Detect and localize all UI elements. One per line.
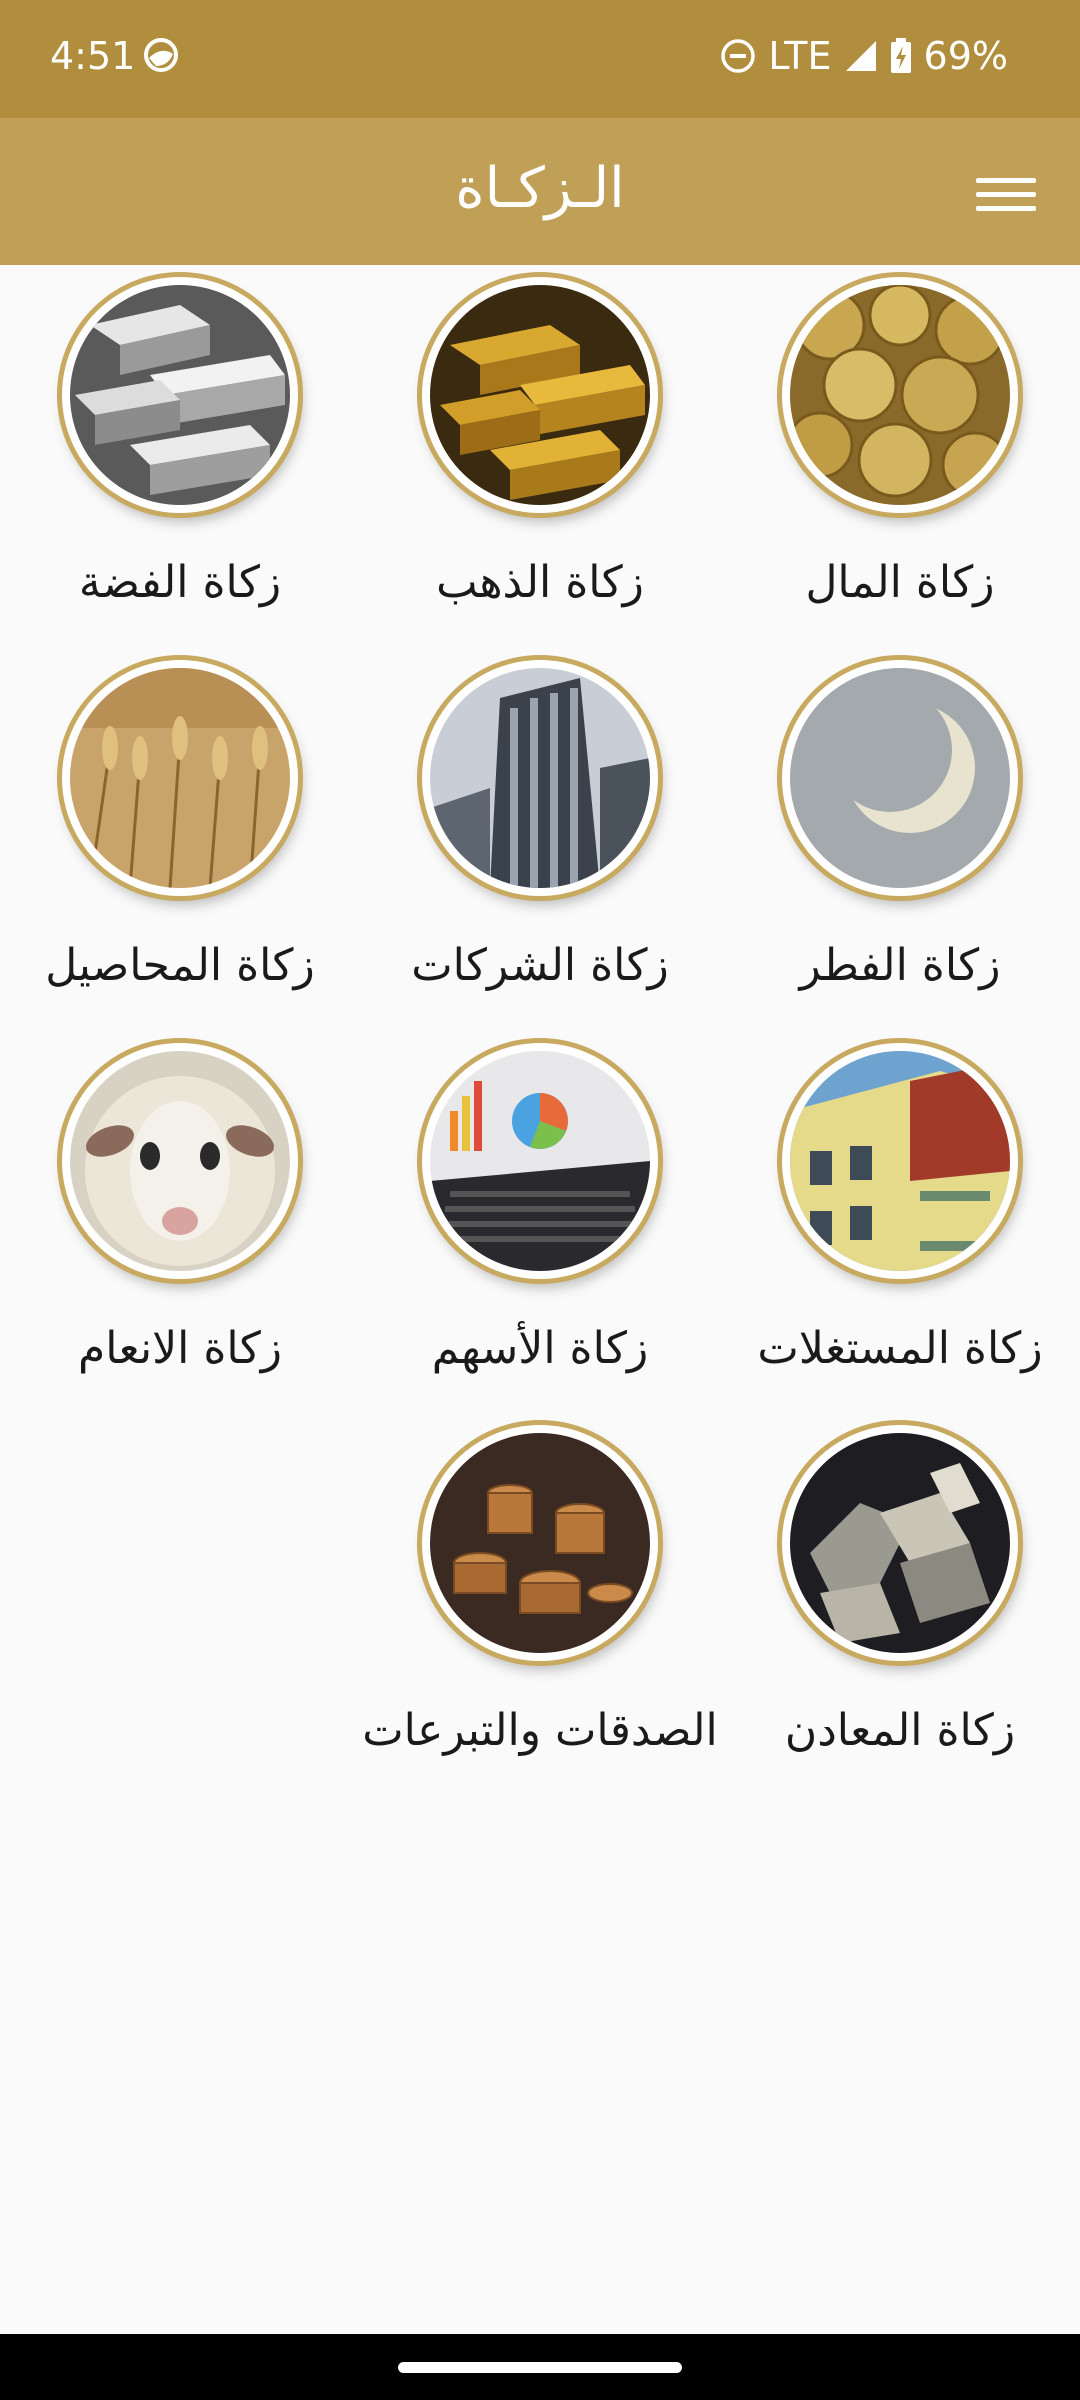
- do-not-disturb-icon: [721, 39, 756, 73]
- silver-bars-image: [62, 277, 298, 513]
- signal-icon: [845, 41, 876, 71]
- tile-zakat-fitr[interactable]: زكاة الفطر: [720, 648, 1080, 1018]
- tile-label: زكاة المستغلات: [757, 1323, 1043, 1374]
- tile-label: زكاة المحاصيل: [45, 940, 315, 991]
- tile-label: زكاة الفضة: [78, 557, 282, 608]
- skyscraper-image: [422, 660, 658, 896]
- coin-stacks-image: [422, 1425, 658, 1661]
- apartment-building-image: [782, 1043, 1018, 1279]
- page-title: الـزكـاة: [455, 156, 625, 221]
- tile-charity-donations[interactable]: الصدقات والتبرعات: [360, 1413, 720, 1783]
- tile-label: الصدقات والتبرعات: [362, 1705, 718, 1756]
- home-gesture-handle[interactable]: [398, 2362, 682, 2373]
- tile-zakat-crops[interactable]: زكاة المحاصيل: [0, 648, 360, 1018]
- status-bar: 4:51 LTE 69%: [0, 0, 1080, 118]
- battery-percent: 69%: [923, 34, 1008, 78]
- battery-charging-icon: [890, 38, 911, 73]
- crescent-moon-image: [782, 660, 1018, 896]
- tile-zakat-minerals[interactable]: زكاة المعادن: [720, 1413, 1080, 1783]
- app-notification-icon: [144, 38, 178, 72]
- tile-zakat-companies[interactable]: زكاة الشركات: [360, 648, 720, 1018]
- network-type: LTE: [768, 34, 832, 78]
- tile-zakat-silver[interactable]: زكاة الفضة: [0, 265, 360, 635]
- status-time: 4:51: [50, 34, 136, 78]
- tile-label: زكاة الشركات: [411, 940, 669, 991]
- tile-label: زكاة الانعام: [77, 1323, 283, 1374]
- minerals-image: [782, 1425, 1018, 1661]
- sheep-image: [62, 1043, 298, 1279]
- system-navigation-bar: [0, 2334, 1080, 2400]
- tile-label: زكاة المعادن: [784, 1705, 1016, 1756]
- tile-zakat-money[interactable]: زكاة المال: [720, 265, 1080, 635]
- wheat-field-image: [62, 660, 298, 896]
- tile-label: زكاة الأسهم: [431, 1323, 649, 1374]
- laptop-charts-image: [422, 1043, 658, 1279]
- tile-zakat-stocks[interactable]: زكاة الأسهم: [360, 1031, 720, 1401]
- coins-image: [782, 277, 1018, 513]
- hamburger-menu-icon[interactable]: [976, 164, 1036, 224]
- tile-zakat-livestock[interactable]: زكاة الانعام: [0, 1031, 360, 1401]
- gold-bars-image: [422, 277, 658, 513]
- app-bar: الـزكـاة: [0, 118, 1080, 265]
- tile-label: زكاة الذهب: [436, 557, 644, 608]
- status-right-group: LTE 69%: [720, 34, 1008, 78]
- tile-label: زكاة المال: [805, 557, 995, 608]
- tile-zakat-gold[interactable]: زكاة الذهب: [360, 265, 720, 635]
- tile-zakat-rental[interactable]: زكاة المستغلات: [720, 1031, 1080, 1401]
- tile-label: زكاة الفطر: [799, 940, 1001, 991]
